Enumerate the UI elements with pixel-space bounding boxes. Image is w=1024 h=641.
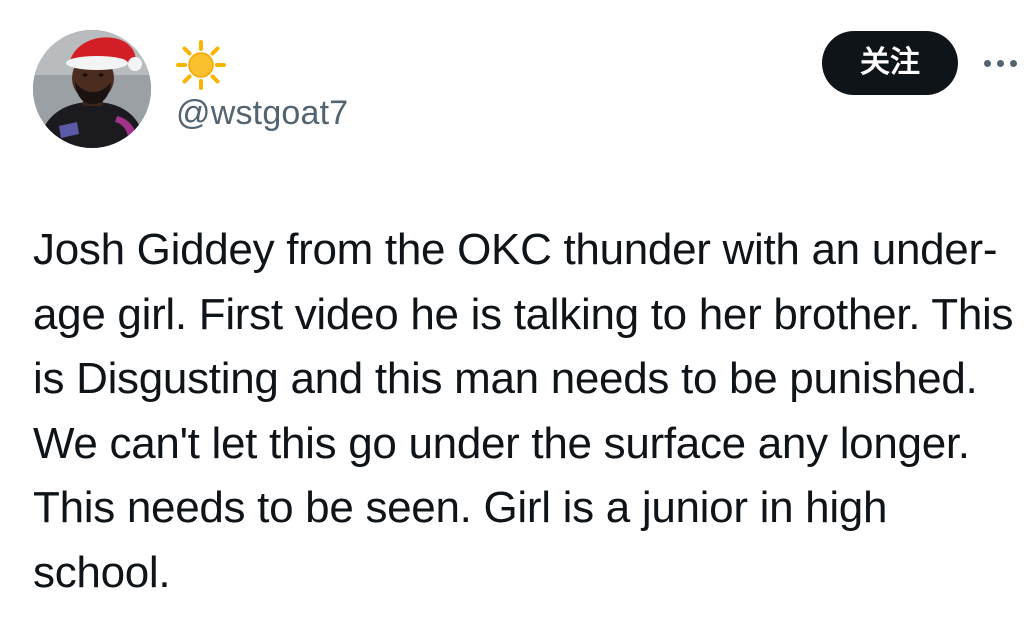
display-name[interactable] — [176, 40, 226, 90]
follow-button[interactable]: 关注 — [822, 31, 958, 95]
sun-emoji-icon — [176, 40, 226, 90]
avatar[interactable] — [33, 30, 151, 148]
avatar-image — [33, 30, 151, 148]
user-handle[interactable]: @wstgoat7 — [176, 93, 348, 133]
tweet-text: Josh Giddey from the OKC thunder with an… — [33, 225, 1014, 597]
more-options-button[interactable] — [984, 50, 1024, 76]
more-options-icon — [984, 59, 991, 67]
